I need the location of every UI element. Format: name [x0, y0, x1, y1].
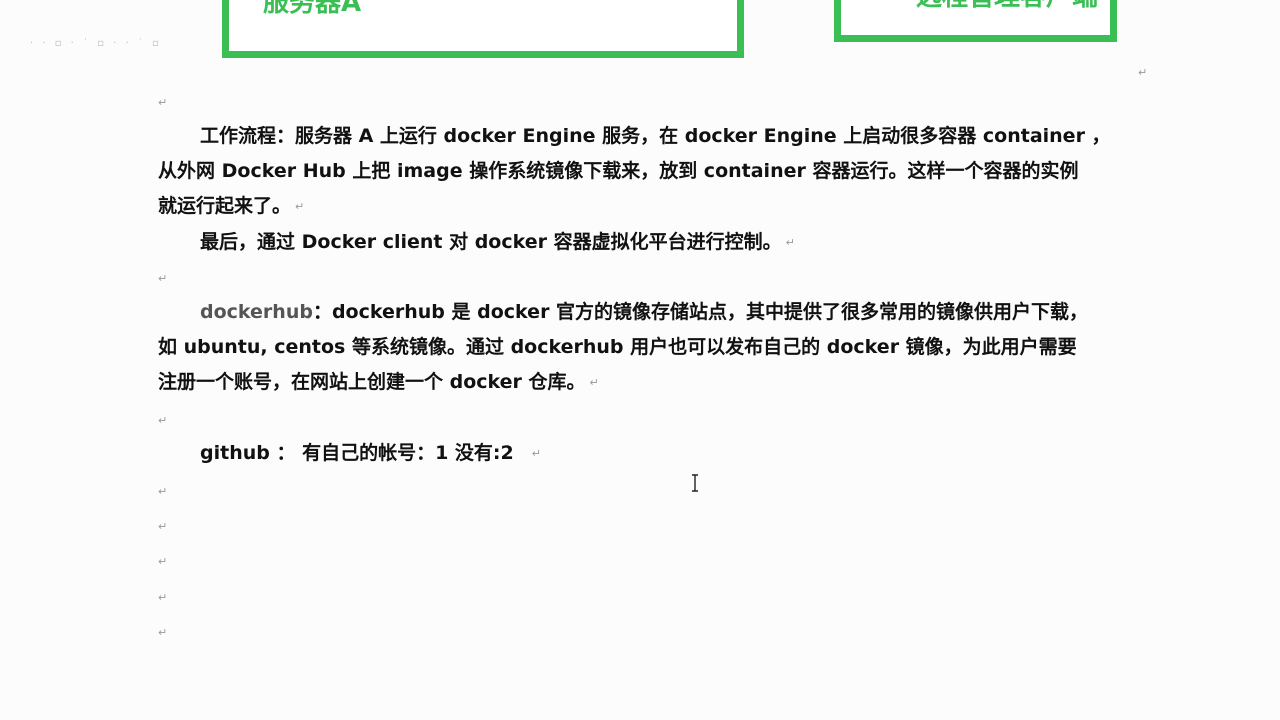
paragraph-mark: ↵ — [158, 591, 168, 604]
server-a-label: 服务器A — [263, 0, 362, 18]
dockerhub-line-3-text: 注册一个账号，在网站上创建一个 docker 仓库。 — [158, 371, 586, 393]
workflow-line-3: 就运行起来了。 ↵ — [158, 189, 1111, 224]
paragraph-mark: ↵ — [158, 96, 168, 109]
paragraph-mark: ↵ — [785, 236, 795, 249]
control-paragraph[interactable]: 最后，通过 Docker client 对 docker 容器虚拟化平台进行控制… — [158, 225, 795, 260]
paragraph-mark: ↵ — [158, 520, 168, 533]
control-line-1-text: 最后，通过 Docker client 对 docker 容器虚拟化平台进行控制… — [200, 231, 782, 253]
dockerhub-line-1: dockerhub：dockerhub 是 docker 官方的镜像存储站点，其… — [158, 295, 1088, 330]
workflow-paragraph[interactable]: 工作流程：服务器 A 上运行 docker Engine 服务，在 docker… — [158, 119, 1111, 224]
control-line-1: 最后，通过 Docker client 对 docker 容器虚拟化平台进行控制… — [158, 225, 795, 260]
workflow-line-1: 工作流程：服务器 A 上运行 docker Engine 服务，在 docker… — [200, 125, 1111, 147]
server-a-box: 服务器A — [222, 0, 744, 58]
workflow-line-2: 从外网 Docker Hub 上把 image 操作系统镜像下载来，放到 con… — [158, 160, 1079, 182]
dockerhub-line-1-text: ：dockerhub 是 docker 官方的镜像存储站点，其中提供了很多常用的… — [312, 301, 1089, 323]
github-line-text: github ： 有自己的帐号：1 没有:2 — [200, 442, 514, 464]
paragraph-mark: ↵ — [158, 485, 168, 498]
paragraph-mark: ↵ — [158, 272, 168, 285]
paragraph-mark: ↵ — [531, 447, 541, 460]
paragraph-mark: ↵ — [158, 555, 168, 568]
github-line: github ： 有自己的帐号：1 没有:2 ↵ — [158, 436, 541, 471]
dockerhub-line-3: 注册一个账号，在网站上创建一个 docker 仓库。 ↵ — [158, 365, 1088, 400]
paragraph-mark: ↵ — [295, 200, 305, 213]
paragraph-mark: ↵ — [589, 376, 599, 389]
paragraph-mark: ↵ — [158, 414, 168, 427]
dockerhub-term: dockerhub — [200, 301, 313, 323]
github-paragraph[interactable]: github ： 有自己的帐号：1 没有:2 ↵ — [158, 436, 541, 471]
dockerhub-paragraph[interactable]: dockerhub：dockerhub 是 docker 官方的镜像存储站点，其… — [158, 295, 1088, 400]
paragraph-mark: ↵ — [1138, 66, 1148, 79]
dockerhub-line-2: 如 ubuntu, centos 等系统镜像。通过 dockerhub 用户也可… — [158, 336, 1077, 358]
remote-client-box: 远程管理客户端 — [834, 0, 1117, 42]
paragraph-mark: ↵ — [158, 626, 168, 639]
remote-client-label: 远程管理客户端 — [916, 0, 1098, 13]
text-cursor-icon — [692, 474, 698, 492]
workflow-line-3-text: 就运行起来了。 — [158, 195, 292, 217]
document-page: · · ▫ · ˙ ▫ · · ˙ ▫ 服务器A 远程管理客户端 ↵ ↵ 工作流… — [0, 0, 1280, 720]
